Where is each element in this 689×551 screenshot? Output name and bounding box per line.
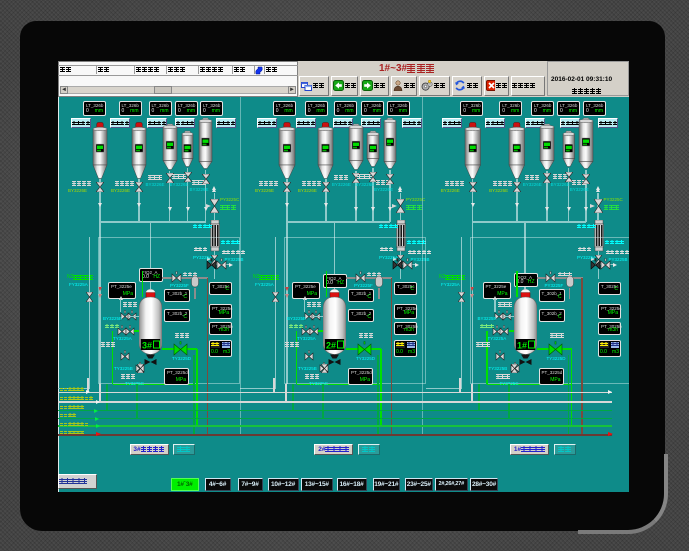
svg-text:2#: 2# <box>326 341 336 351</box>
svg-text:3#: 3# <box>142 341 152 351</box>
svg-text:1#: 1# <box>517 341 527 351</box>
